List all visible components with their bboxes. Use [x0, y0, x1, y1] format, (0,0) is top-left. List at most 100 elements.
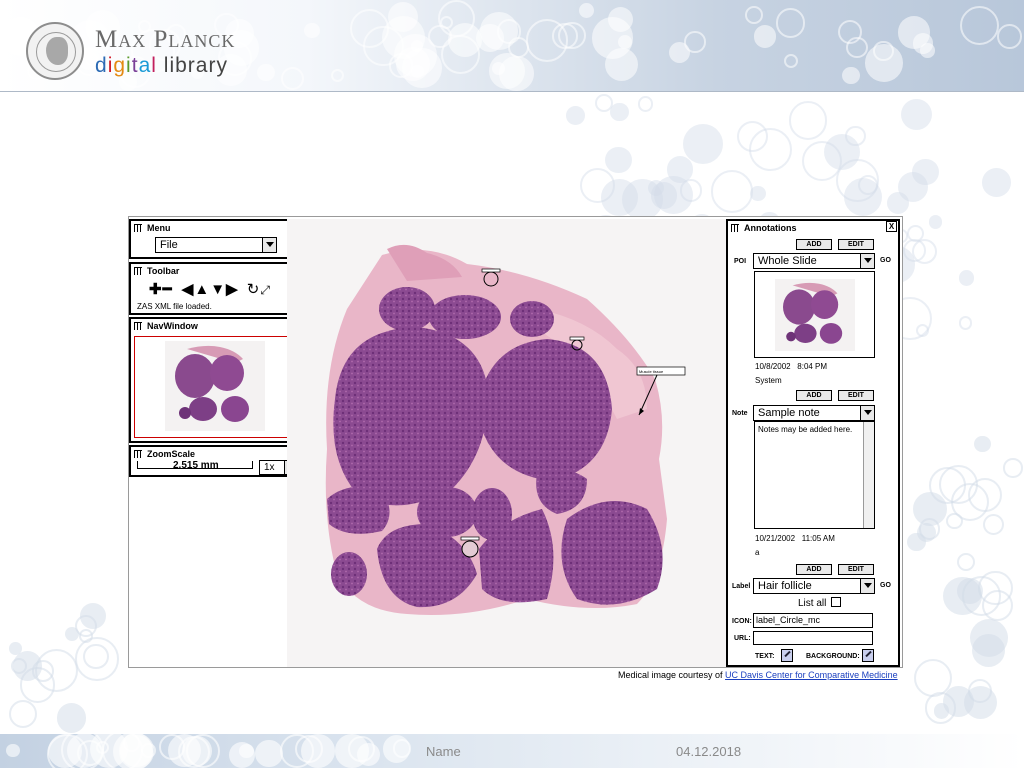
chevron-down-icon[interactable]	[860, 579, 874, 593]
drag-grip-icon[interactable]	[134, 322, 142, 330]
decorative-bubble	[679, 179, 703, 203]
poi-thumbnail[interactable]	[754, 271, 875, 358]
slide-viewer-app: Menu File Toolbar X ✚━ ◀▲▼▶ ↻⤢ ZAS XML f…	[128, 216, 903, 668]
decorative-bubble	[745, 6, 763, 25]
note-label: Note	[732, 410, 748, 417]
decorative-bubble	[918, 518, 941, 541]
decorative-bubble	[280, 67, 305, 91]
toolbar-panel-title: Toolbar	[147, 266, 180, 276]
chevron-down-icon[interactable]	[262, 238, 276, 252]
decorative-bubble	[823, 134, 860, 171]
decorative-bubble	[710, 170, 754, 213]
menu-panel-title: Menu	[147, 223, 171, 233]
label-select[interactable]: Hair follicle	[753, 578, 875, 594]
note-scrollbar[interactable]	[863, 422, 874, 528]
list-all-checkbox[interactable]: List all	[798, 597, 842, 609]
rotate-icon[interactable]: ↻	[247, 281, 261, 298]
brand-letter: y	[216, 54, 228, 77]
decorative-bubble	[256, 63, 275, 82]
decorative-bubble	[8, 700, 37, 729]
poi-add-button[interactable]: ADD	[796, 239, 832, 250]
drag-grip-icon[interactable]	[731, 224, 739, 232]
pan-left-icon[interactable]: ◀	[182, 281, 195, 298]
url-field-label: URL:	[734, 635, 751, 642]
poi-select[interactable]: Whole Slide	[753, 253, 875, 269]
zoom-out-icon[interactable]: ━	[163, 281, 173, 298]
decorative-bubble	[982, 168, 1012, 197]
close-icon[interactable]: X	[886, 221, 897, 232]
checkbox-icon[interactable]	[831, 597, 842, 607]
decorative-bubble	[683, 123, 724, 164]
decorative-bubble	[19, 667, 55, 703]
menu-panel-titlebar[interactable]: Menu	[131, 221, 300, 235]
toolbar-status-text: ZAS XML file loaded.	[137, 302, 212, 311]
drag-grip-icon[interactable]	[134, 450, 142, 458]
toolbar-panel: Toolbar X ✚━ ◀▲▼▶ ↻⤢ ZAS XML file loaded…	[129, 262, 302, 315]
note-text-area[interactable]: Notes may be added here.	[754, 421, 875, 529]
poi-go-button[interactable]: GO	[880, 257, 891, 264]
pan-up-icon[interactable]: ▲	[194, 281, 210, 298]
resize-icon[interactable]: ⤢	[260, 283, 271, 297]
slide-image-viewer[interactable]: Muscle tissue	[287, 219, 727, 667]
decorative-bubble	[857, 175, 878, 196]
decorative-bubbles-left	[0, 600, 128, 734]
pan-right-icon[interactable]: ▶	[226, 281, 239, 298]
muscle-tissue-label[interactable]: Muscle tissue	[639, 369, 664, 374]
chevron-down-icon[interactable]	[860, 254, 874, 268]
drag-grip-icon[interactable]	[134, 224, 142, 232]
background-color-picker-icon[interactable]	[862, 649, 874, 662]
file-menu-select[interactable]: File	[155, 237, 277, 253]
poi-label: POI	[734, 258, 747, 265]
footer-date: 04.12.2018	[676, 744, 742, 759]
background-color-label: BACKGROUND:	[806, 653, 860, 660]
nav-window-panel: NavWindow X	[129, 317, 302, 443]
label-edit-button[interactable]: EDIT	[838, 564, 874, 575]
note-add-button[interactable]: ADD	[796, 390, 832, 401]
decorative-bubble	[842, 66, 860, 85]
decorative-bubble	[77, 739, 104, 766]
icon-field-label: ICON:	[732, 618, 752, 625]
chevron-down-icon[interactable]	[860, 406, 874, 420]
decorative-bubble	[304, 23, 320, 39]
decorative-bubble	[239, 743, 255, 759]
decorative-bubble	[439, 15, 453, 29]
text-color-picker-icon[interactable]	[781, 649, 793, 662]
nav-window-titlebar[interactable]: NavWindow X	[131, 319, 300, 333]
decorative-bubble	[961, 576, 1002, 616]
brand-letter: t	[131, 54, 139, 77]
brand-letter: a	[195, 54, 209, 77]
note-select[interactable]: Sample note	[753, 405, 875, 421]
nav-window-viewport[interactable]	[134, 336, 295, 438]
url-field[interactable]	[753, 631, 873, 645]
brand-letter: d	[95, 54, 108, 77]
zoom-scale-titlebar[interactable]: ZoomScale X	[131, 447, 300, 461]
decorative-bubble	[983, 513, 1005, 535]
decorative-bubble	[900, 98, 932, 130]
poi-edit-button[interactable]: EDIT	[838, 239, 874, 250]
note-edit-button[interactable]: EDIT	[838, 390, 874, 401]
zoom-in-icon[interactable]: ✚	[149, 281, 163, 298]
tissue-slide-image[interactable]: Muscle tissue	[287, 219, 727, 667]
brand-letter: b	[175, 54, 188, 77]
label-add-button[interactable]: ADD	[796, 564, 832, 575]
brand-letter: r	[208, 54, 217, 77]
annotations-titlebar[interactable]: Annotations X	[728, 221, 898, 235]
scale-bar-label: 2.515 mm	[173, 460, 219, 471]
icon-field[interactable]: label_Circle_mc	[753, 613, 873, 628]
drag-grip-icon[interactable]	[134, 267, 142, 275]
decorative-bubble	[788, 101, 828, 140]
pan-down-icon[interactable]: ▼	[210, 281, 226, 298]
decorative-bubble	[565, 106, 585, 126]
brand-letter: r	[187, 54, 196, 77]
credit-link[interactable]: UC Davis Center for Comparative Medicine	[725, 670, 898, 680]
label-go-button[interactable]: GO	[880, 582, 891, 589]
decorative-bubble	[622, 178, 664, 220]
decorative-bubble	[933, 703, 950, 719]
decorative-bubble	[783, 53, 798, 69]
toolbar-panel-titlebar[interactable]: Toolbar X	[131, 264, 300, 278]
decorative-bubble	[1003, 458, 1023, 478]
decorative-bubble	[141, 742, 156, 758]
zoom-scale-panel: ZoomScale X 2.515 mm 1x	[129, 445, 302, 477]
decorative-bubble	[255, 739, 283, 768]
decorative-bubble	[605, 146, 632, 174]
